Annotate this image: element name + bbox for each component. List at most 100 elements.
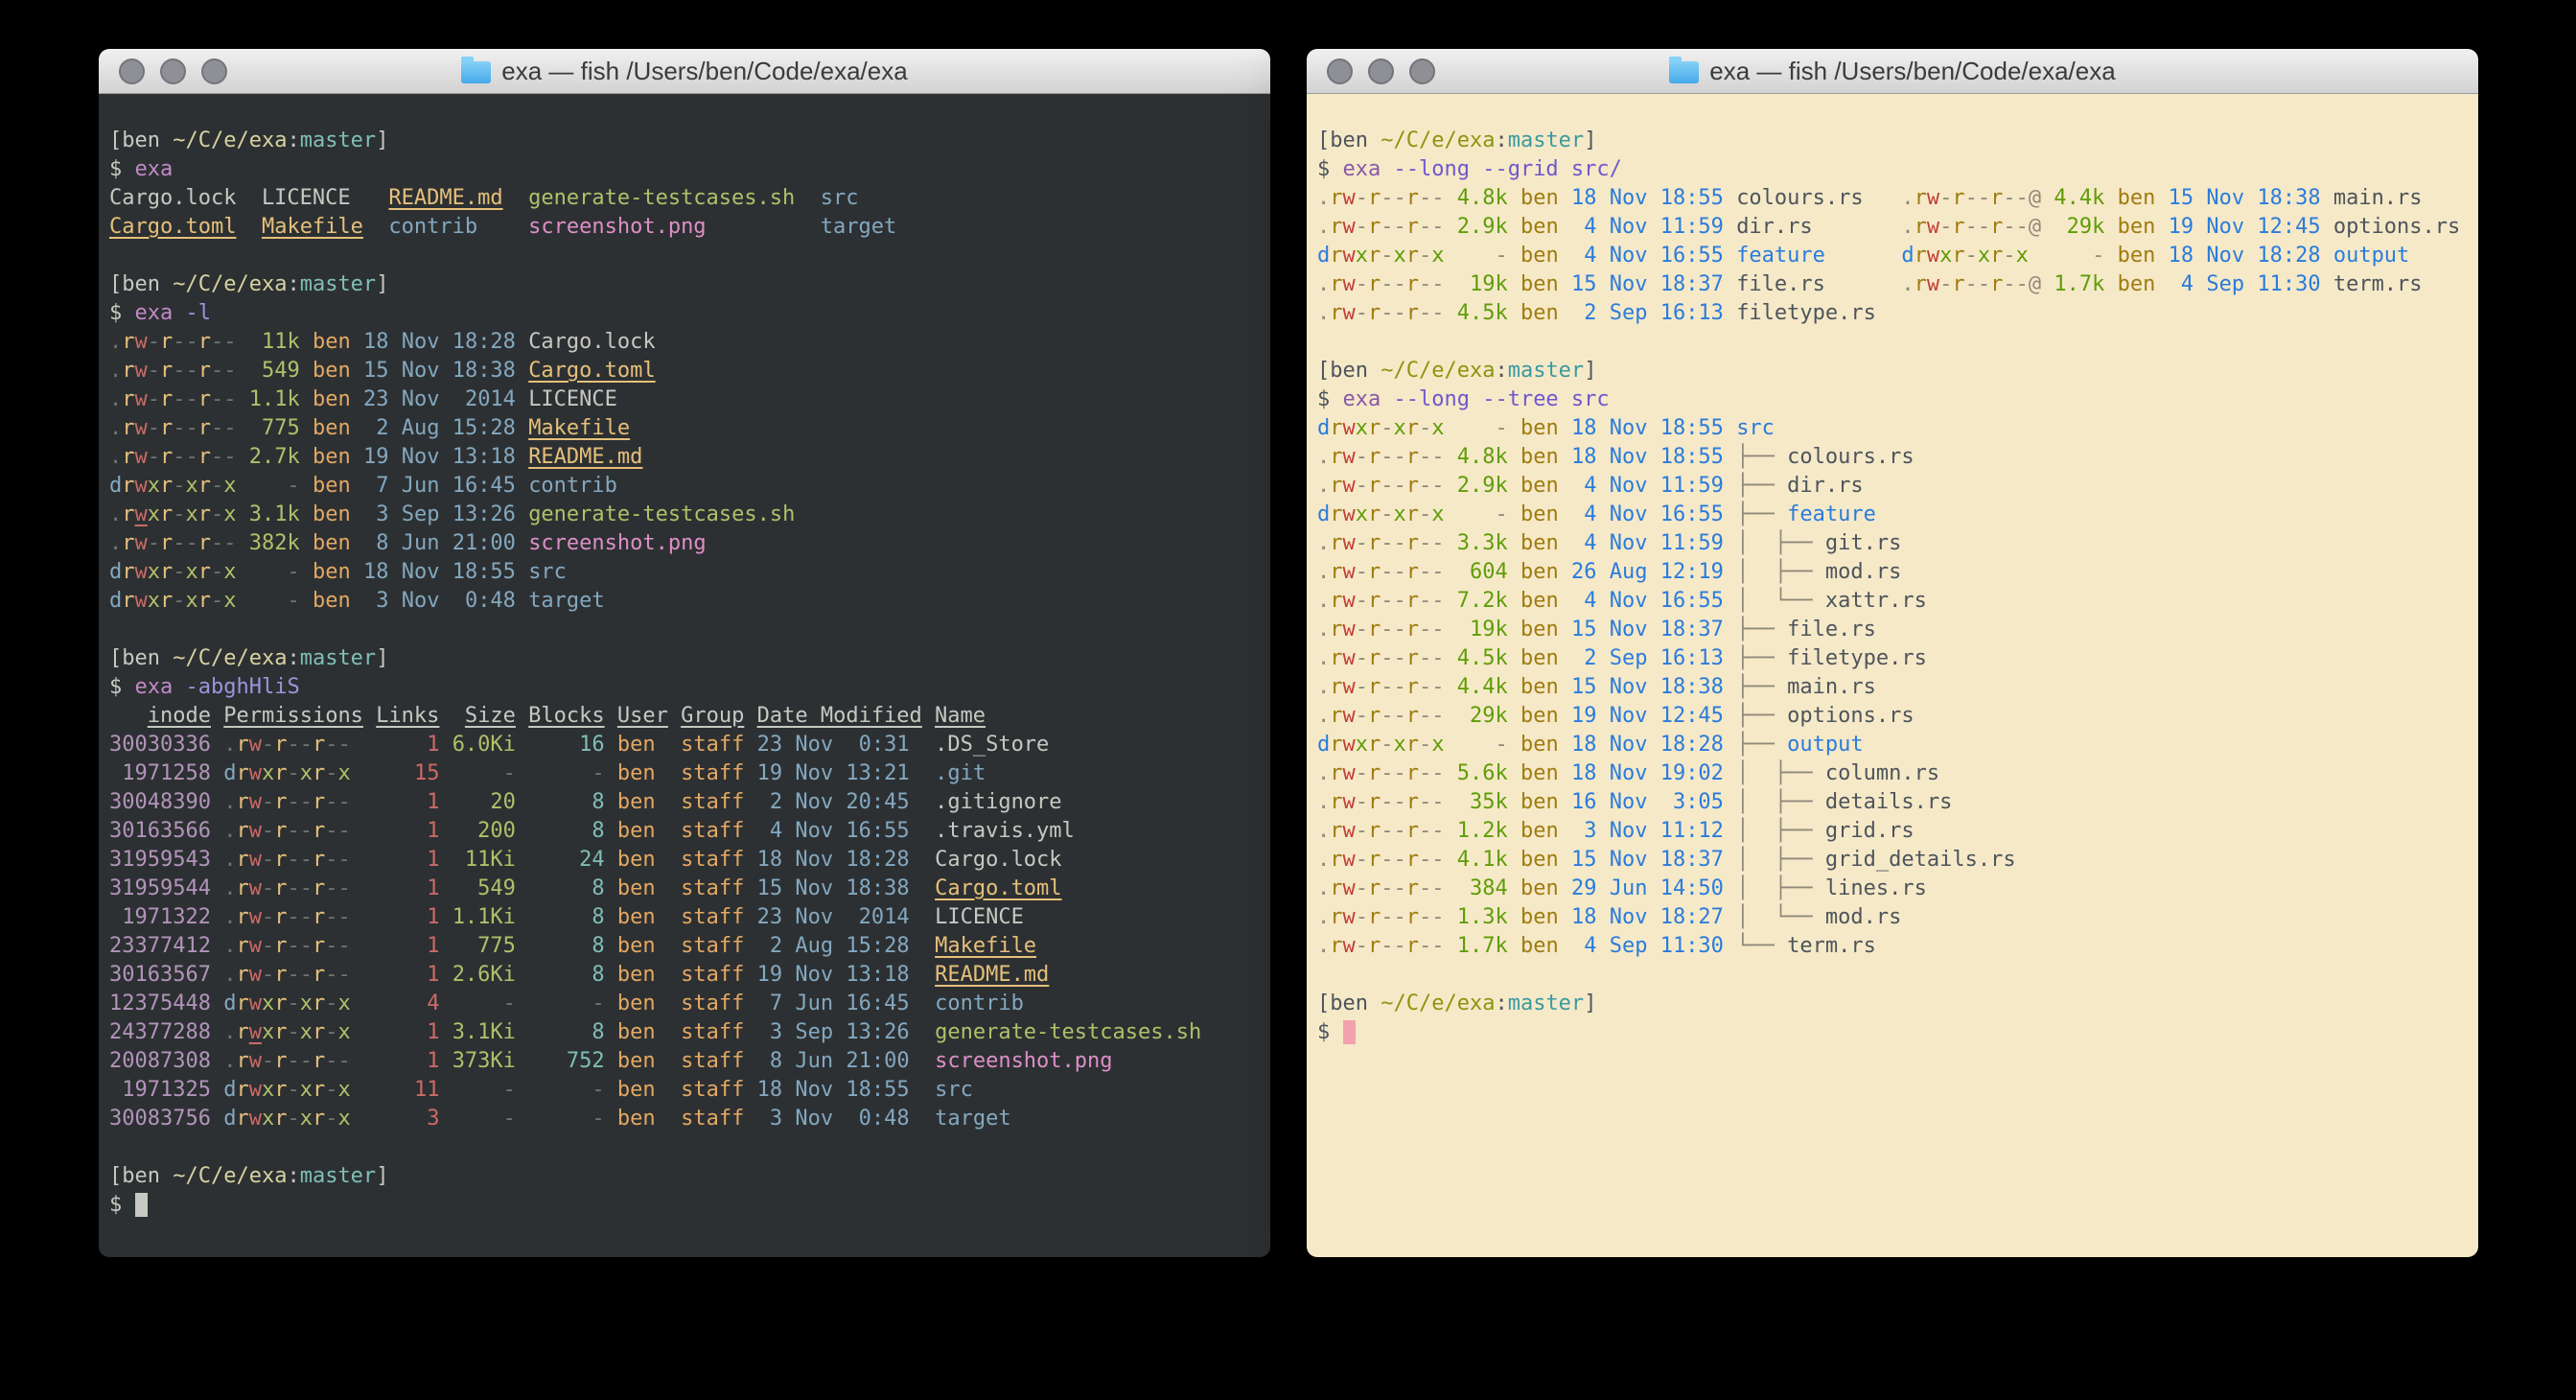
terminal-text: 23377412	[109, 934, 211, 958]
terminal-line: .rw-r--r-- 2.7k ben 19 Nov 13:18 README.…	[109, 443, 1261, 472]
titlebar[interactable]: exa — fish /Users/ben/Code/exa/exa	[1307, 49, 2478, 94]
terminal-text: [ben	[1317, 128, 1381, 152]
terminal-text: w	[1343, 215, 1356, 239]
terminal-text: w	[1343, 445, 1356, 469]
terminal-text: :	[1495, 992, 1507, 1015]
terminal-text: 15 Nov 18:38	[757, 876, 910, 900]
terminal-text: ~/C/e/exa	[173, 646, 287, 670]
terminal-text: r	[1915, 186, 1927, 210]
terminal-line: 30030336 .rw-r--r-- 1 6.0Ki 16 ben staff…	[109, 731, 1261, 759]
terminal-text: ├──	[1736, 704, 1787, 728]
terminal-text	[1559, 589, 1571, 613]
terminal-text: ben	[1520, 618, 1559, 642]
zoom-button[interactable]	[201, 58, 227, 84]
titlebar[interactable]: exa — fish /Users/ben/Code/exa/exa	[99, 49, 1270, 94]
terminal-text	[1559, 502, 1571, 526]
terminal-text: ben	[1520, 733, 1559, 757]
terminal-text: │ └──	[1736, 905, 1825, 929]
terminal-text: r	[274, 1107, 287, 1131]
terminal-text: w	[249, 761, 262, 785]
terminal-text	[605, 790, 617, 814]
terminal-text	[516, 790, 528, 814]
terminal-text	[1724, 560, 1736, 584]
terminal-text: ben	[617, 790, 656, 814]
terminal-text: target	[935, 1107, 1010, 1131]
terminal-text: r	[236, 761, 248, 785]
terminal-text: Cargo.lock	[935, 848, 1061, 872]
terminal-text: r	[1952, 215, 1964, 239]
terminal-text: --	[325, 1049, 351, 1073]
terminal-text	[1559, 761, 1571, 785]
terminal-line: 31959544 .rw-r--r-- 1 549 8 ben staff 15…	[109, 875, 1261, 903]
terminal-text: target	[821, 215, 896, 239]
terminal-text: filetype.rs	[1736, 301, 1876, 325]
zoom-button[interactable]	[1409, 58, 1435, 84]
terminal-text: staff	[681, 733, 744, 757]
terminal-text	[1724, 531, 1736, 555]
terminal-text: ├──	[1736, 445, 1787, 469]
terminal-line: .rw-r--r-- 604 ben 26 Aug 12:19 │ ├── mo…	[1317, 558, 2469, 587]
terminal-text: .	[1317, 761, 1330, 785]
terminal-text: 4.4k	[1457, 675, 1508, 699]
terminal-text: --	[325, 876, 351, 900]
terminal-text	[2321, 244, 2333, 268]
minimize-button[interactable]	[1368, 58, 1394, 84]
minimize-button[interactable]	[160, 58, 186, 84]
terminal-screen[interactable]: [ben ~/C/e/exa:master]$ exa --long --gri…	[1307, 94, 2478, 1257]
terminal-text: r	[1406, 215, 1419, 239]
terminal-text: 15 Nov 18:37	[1571, 618, 1724, 642]
terminal-text	[300, 445, 313, 469]
terminal-text: staff	[681, 1049, 744, 1073]
terminal-text: -	[1356, 704, 1368, 728]
terminal-text: .	[109, 387, 122, 411]
terminal-text: ben	[1520, 560, 1559, 584]
close-button[interactable]	[1327, 58, 1353, 84]
terminal-text: column.rs	[1825, 761, 1939, 785]
terminal-text: -	[211, 589, 223, 613]
terminal-text	[439, 934, 452, 958]
terminal-text: 4 Sep 11:30	[1571, 934, 1724, 958]
terminal-text: ~/C/e/exa	[1381, 992, 1495, 1015]
terminal-text	[1724, 675, 1736, 699]
terminal-text: --	[325, 819, 351, 843]
terminal-text: w	[1343, 474, 1356, 498]
terminal-text: r	[1406, 560, 1419, 584]
terminal-text: x	[186, 502, 198, 526]
terminal-text: ben	[617, 963, 656, 987]
terminal-text: 4 Nov 11:59	[1571, 474, 1724, 498]
terminal-text: r	[236, 1020, 248, 1044]
terminal-text: --	[1381, 186, 1406, 210]
terminal-text	[1559, 790, 1571, 814]
terminal-text: w	[249, 1049, 262, 1073]
terminal-text: --	[287, 934, 313, 958]
terminal-text: -	[1965, 244, 1978, 268]
terminal-text: w	[1343, 301, 1356, 325]
terminal-text: [ben	[109, 1164, 173, 1188]
terminal-text: --	[1381, 761, 1406, 785]
terminal-text: ]	[376, 646, 388, 670]
terminal-text: r	[274, 761, 287, 785]
terminal-text: -	[1939, 186, 1952, 210]
terminal-text: ~/C/e/exa	[173, 272, 287, 296]
terminal-text: r	[1330, 474, 1342, 498]
terminal-text: $	[109, 675, 135, 699]
terminal-text: 7 Jun 16:45	[757, 992, 910, 1015]
terminal-line: [ben ~/C/e/exa:master]	[1317, 357, 2469, 385]
terminal-text: r	[1368, 244, 1381, 268]
close-button[interactable]	[119, 58, 145, 84]
terminal-text	[910, 733, 936, 757]
terminal-text: :	[287, 646, 299, 670]
terminal-text: .	[109, 502, 122, 526]
terminal-text: -	[2003, 244, 2015, 268]
terminal-text: r	[1990, 244, 2003, 268]
terminal-text: r	[122, 416, 134, 440]
terminal-text: 1.7k	[1457, 934, 1508, 958]
terminal-screen[interactable]: [ben ~/C/e/exa:master]$ exaCargo.lock LI…	[99, 94, 1270, 1257]
terminal-text: $	[109, 1193, 135, 1217]
terminal-text: r	[160, 330, 173, 354]
terminal-text: Size	[465, 704, 516, 728]
terminal-line: drwxr-xr-x - ben 4 Nov 16:55 feature drw…	[1317, 242, 2469, 270]
terminal-text	[516, 560, 528, 584]
terminal-text: 16	[528, 733, 604, 757]
terminal-text: --	[1419, 876, 1445, 900]
